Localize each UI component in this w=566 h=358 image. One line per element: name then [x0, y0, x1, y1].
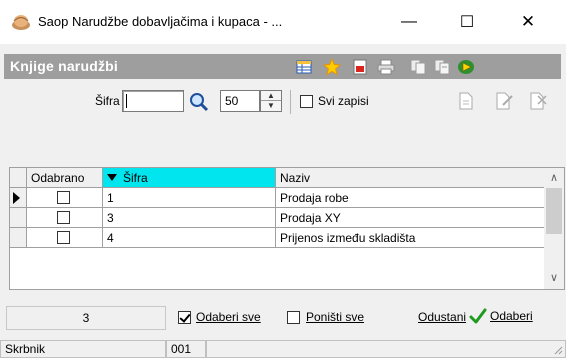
- row-select-checkbox[interactable]: [57, 211, 70, 224]
- column-header-sifra-label: Šifra: [123, 171, 148, 185]
- row-select-checkbox[interactable]: [57, 231, 70, 244]
- unselect-all-checkbox[interactable]: [287, 311, 300, 324]
- row-sifra: 3: [103, 208, 276, 228]
- row-naziv: Prodaja XY: [276, 208, 544, 228]
- table-icon[interactable]: [294, 57, 314, 76]
- edit-document-icon[interactable]: [496, 92, 514, 112]
- maximize-button[interactable]: ☐: [444, 0, 490, 44]
- separator: [290, 90, 291, 114]
- delete-document-icon[interactable]: [530, 92, 548, 112]
- row-indicator: [10, 188, 27, 208]
- record-count-spinner[interactable]: ▲ ▼: [260, 90, 282, 112]
- status-user: Skrbnik: [0, 340, 166, 358]
- search-icon: [190, 93, 209, 112]
- app-icon: [12, 15, 30, 30]
- filter-row: Šifra 50 ▲ ▼ Svi zapisi: [0, 88, 566, 116]
- status-bar: Skrbnik 001: [0, 340, 566, 358]
- row-indicator: [10, 228, 27, 248]
- table-row[interactable]: 4 Prijenos između skladišta: [10, 228, 544, 248]
- section-title: Knjige narudžbi: [10, 58, 118, 74]
- spinner-up-icon[interactable]: ▲: [261, 91, 281, 101]
- row-naziv: Prodaja robe: [276, 188, 544, 208]
- sifra-input[interactable]: [122, 90, 184, 112]
- current-row-arrow-icon: [13, 192, 20, 204]
- print-icon[interactable]: [376, 57, 396, 76]
- select-all-checkbox[interactable]: [178, 311, 191, 324]
- search-button[interactable]: [188, 91, 210, 113]
- paste-icon[interactable]: [432, 57, 452, 76]
- row-sifra: 4: [103, 228, 276, 248]
- spinner-down-icon[interactable]: ▼: [261, 101, 281, 111]
- sort-descending-icon: [107, 174, 117, 181]
- row-select-cell: [27, 188, 103, 208]
- grid-header: Odabrano Šifra Naziv: [10, 168, 544, 188]
- column-header-naziv[interactable]: Naziv: [276, 168, 544, 188]
- show-all-checkbox[interactable]: [300, 95, 313, 108]
- confirm-button[interactable]: Odaberi: [469, 307, 533, 325]
- row-indicator: [10, 208, 27, 228]
- record-count-input[interactable]: 50: [220, 90, 260, 112]
- row-sifra: 1: [103, 188, 276, 208]
- minimize-button[interactable]: —: [386, 0, 432, 44]
- unselect-all-label[interactable]: Poništi sve: [306, 310, 364, 324]
- row-select-cell: [27, 208, 103, 228]
- column-header-odabrano[interactable]: Odabrano: [27, 168, 103, 188]
- action-row: 3 Odaberi sve Poništi sve Odustani Odabe…: [0, 305, 566, 331]
- row-naziv: Prijenos između skladišta: [276, 228, 544, 248]
- text-caret: [126, 94, 127, 108]
- exit-icon[interactable]: [456, 57, 476, 76]
- copy-icon[interactable]: [408, 57, 428, 76]
- status-extra: [206, 340, 566, 358]
- resize-grip-icon[interactable]: [553, 345, 563, 355]
- column-header-sifra[interactable]: Šifra: [103, 168, 276, 188]
- show-all-label: Svi zapisi: [318, 94, 369, 108]
- pdf-icon[interactable]: [350, 57, 370, 76]
- scroll-thumb[interactable]: [546, 188, 562, 234]
- row-select-cell: [27, 228, 103, 248]
- table-row[interactable]: 1 Prodaja robe: [10, 188, 544, 208]
- data-grid: Odabrano Šifra Naziv 1 Prodaja robe 3 Pr…: [9, 167, 565, 290]
- scroll-up-icon[interactable]: ∧: [544, 168, 564, 188]
- header-indicator-cell: [10, 168, 27, 188]
- table-row[interactable]: 3 Prodaja XY: [10, 208, 544, 228]
- new-document-icon[interactable]: [459, 92, 477, 112]
- close-button[interactable]: ✕: [505, 0, 551, 44]
- confirm-label: Odaberi: [490, 309, 533, 323]
- vertical-scrollbar[interactable]: ∧ ∨: [544, 168, 564, 289]
- status-code: 001: [166, 340, 206, 358]
- window-title: Saop Narudžbe dobavljačima i kupaca - ..…: [38, 14, 283, 29]
- checkmark-icon: [469, 308, 487, 324]
- record-count: 3: [6, 306, 166, 330]
- favorite-star-icon[interactable]: [322, 57, 342, 76]
- title-bar: Saop Narudžbe dobavljačima i kupaca - ..…: [0, 0, 566, 44]
- sifra-label: Šifra: [95, 94, 120, 108]
- scroll-down-icon[interactable]: ∨: [544, 268, 564, 288]
- select-all-label[interactable]: Odaberi sve: [196, 310, 261, 324]
- section-header: Knjige narudžbi: [4, 54, 561, 79]
- row-select-checkbox[interactable]: [57, 191, 70, 204]
- cancel-button[interactable]: Odustani: [418, 310, 466, 324]
